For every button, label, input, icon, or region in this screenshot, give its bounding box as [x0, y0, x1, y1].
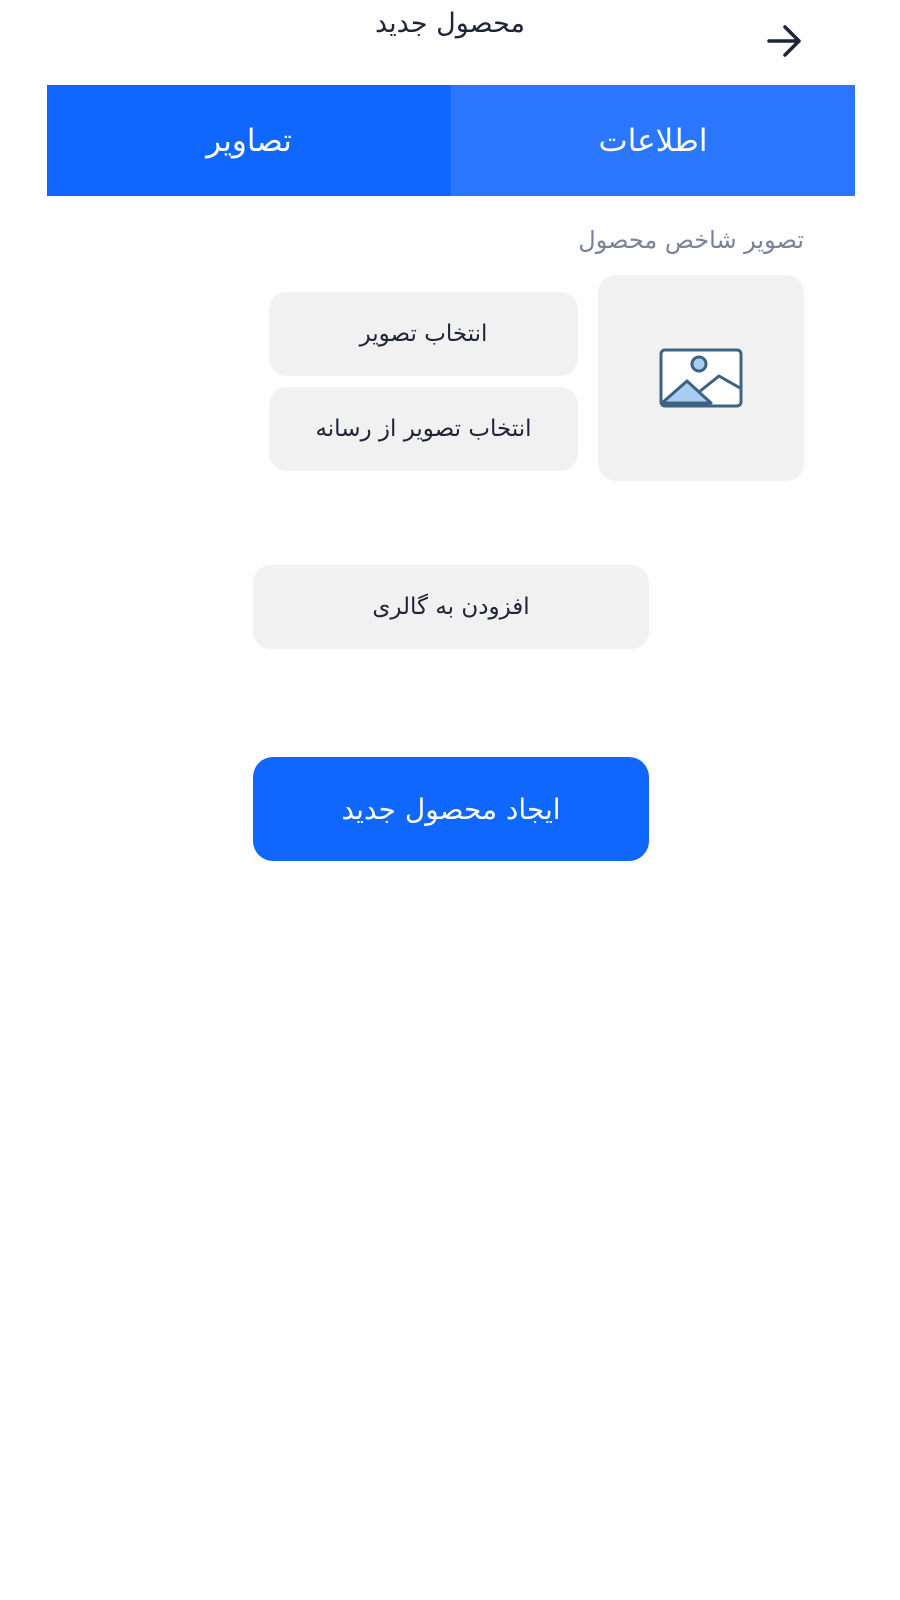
add-to-gallery-button[interactable]: افزودن به گالری [253, 565, 649, 649]
back-button[interactable] [762, 18, 808, 64]
tab-bar: تصاویر اطلاعات [47, 85, 855, 196]
select-from-media-label: انتخاب تصویر از رسانه [315, 416, 532, 442]
tab-info[interactable]: اطلاعات [451, 85, 855, 196]
add-to-gallery-label: افزودن به گالری [372, 594, 530, 620]
tab-info-label: اطلاعات [598, 122, 708, 159]
select-image-button[interactable]: انتخاب تصویر [269, 292, 578, 376]
new-product-screen: محصول جدید تصاویر اطلاعات تصویر شاخص محص… [0, 0, 900, 1600]
select-from-media-button[interactable]: انتخاب تصویر از رسانه [269, 387, 578, 471]
tab-images[interactable]: تصاویر [47, 85, 451, 196]
image-placeholder-icon [659, 348, 743, 408]
create-product-button[interactable]: ایجاد محصول جدید [253, 757, 649, 861]
tab-images-label: تصاویر [206, 122, 292, 159]
arrow-right-icon [767, 25, 801, 57]
create-product-label: ایجاد محصول جدید [341, 792, 561, 826]
featured-image-label: تصویر شاخص محصول [578, 226, 804, 254]
select-image-label: انتخاب تصویر [359, 321, 488, 347]
featured-image-preview[interactable] [598, 275, 804, 481]
